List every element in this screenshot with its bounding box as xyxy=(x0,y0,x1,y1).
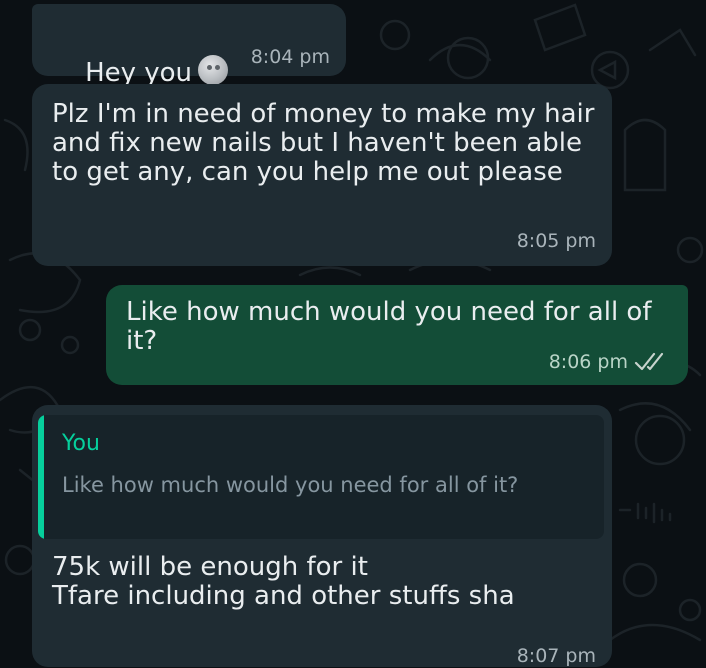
message-bubble-outgoing[interactable]: Like how much would you need for all of … xyxy=(106,285,688,385)
quoted-message[interactable]: You Like how much would you need for all… xyxy=(38,415,604,539)
message-bubble-incoming[interactable]: You Like how much would you need for all… xyxy=(32,405,612,667)
quote-text: Like how much would you need for all of … xyxy=(62,473,519,497)
message-text: 75k will be enough for it Tfare includin… xyxy=(52,552,515,611)
message-timestamp: 8:06 pm xyxy=(548,351,628,373)
message-text: Like how much would you need for all of … xyxy=(126,297,660,356)
message-text: Plz I'm in need of money to make my hair… xyxy=(52,99,603,187)
message-timestamp: 8:07 pm xyxy=(516,645,596,667)
double-check-icon xyxy=(634,352,664,371)
message-bubble-incoming[interactable]: Hey you 8:04 pm xyxy=(32,4,346,88)
message-timestamp: 8:04 pm xyxy=(250,46,330,68)
message-timestamp: 8:05 pm xyxy=(516,230,596,252)
quote-accent-bar xyxy=(38,415,44,539)
new-moon-face-emoji-icon xyxy=(198,55,229,85)
quote-author: You xyxy=(62,431,100,456)
message-bubble-incoming[interactable]: Plz I'm in need of money to make my hair… xyxy=(32,84,612,266)
